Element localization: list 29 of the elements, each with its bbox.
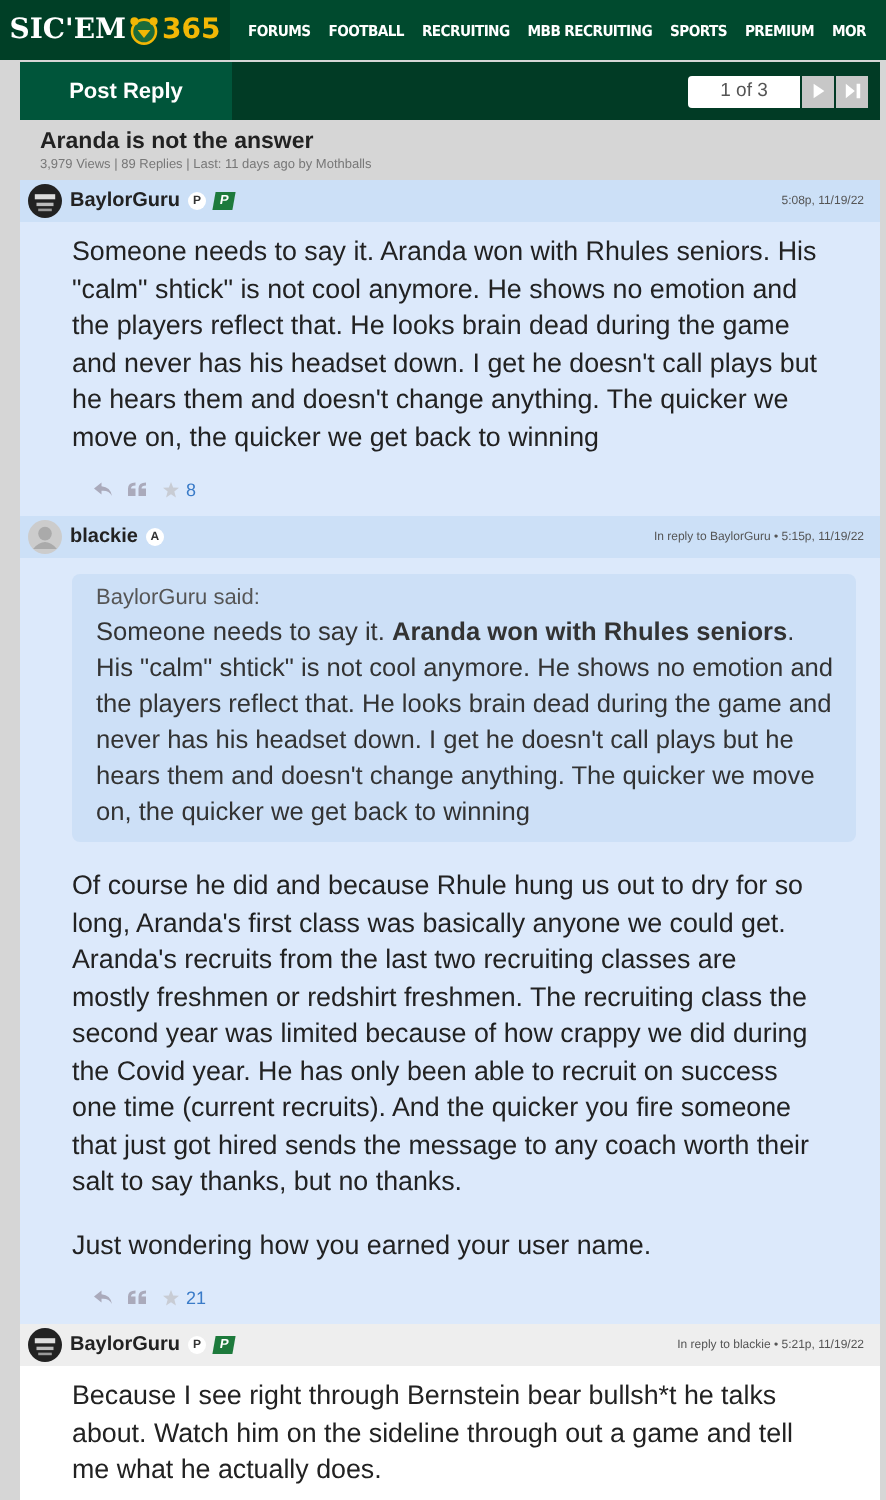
star-icon[interactable]: [162, 1290, 180, 1306]
post-author[interactable]: BaylorGuru: [70, 190, 181, 212]
play-icon: [809, 82, 827, 100]
next-page-button[interactable]: [802, 75, 834, 107]
site-logo[interactable]: SIC'EM 365: [0, 0, 230, 60]
quote-text: Someone needs to say it. Aranda won with Rhules seniors. His "calm" shtick" is not cool anymore. He shows no emotion and the players reflect that. He looks brain dead during the game and never has his headset down. I get he doesn't call plays but he hears them and doesn't change anything. The quicker we move on, the quicker we get back to winning: [96, 614, 836, 830]
post-text: Someone needs to say it. Aranda won with Rhules seniors. His "calm" shtick" is not cool anymore. He shows no emotion and the players reflect that. He looks brain dead during the game and never has his headset down. I get he doesn't call plays but he hears them and doesn't change anything. The quicker we move on, the quicker we get back to winning: [72, 234, 820, 456]
thread-title: Aranda is not the answer: [40, 130, 316, 154]
page-indicator[interactable]: 1 of 3: [688, 75, 800, 107]
post-reply-button[interactable]: Post Reply: [20, 62, 232, 120]
reply-arrow-icon[interactable]: [94, 1290, 112, 1306]
star-icon[interactable]: [162, 482, 180, 498]
post-text: Of course he did and because Rhule hung us out to dry for so long, Aranda's first class was basically anyone we could get. Aranda's recruits from the last two recruiting classes are mostly freshmen or redshirt freshmen. The recruiting class the second year was limited because of how crappy we did during the Covid year. He has only been able to recruit on success one time (current recruits). And the quicker you fire someone that just got hired sends the message to any coach worth their salt to say thanks, but no thanks.: [72, 868, 811, 1200]
bear-head-icon: [128, 14, 161, 46]
star-count[interactable]: 8: [186, 480, 197, 500]
quote-author: BaylorGuru said:: [96, 586, 262, 610]
quote-icon[interactable]: [128, 482, 146, 498]
reply-arrow-icon[interactable]: [94, 482, 112, 498]
last-page-button[interactable]: [836, 75, 868, 107]
skip-end-icon: [843, 82, 861, 100]
post-author[interactable]: blackie: [70, 526, 138, 548]
post-author[interactable]: BaylorGuru: [70, 1334, 181, 1356]
quote-icon[interactable]: [128, 1290, 146, 1306]
post-text: Because I see right through Bernstein bear bullsh*t he talks about. Watch him on the sideline through out a game and tell me what he actually does.: [72, 1378, 796, 1488]
avatar-logo-icon: [28, 184, 62, 218]
star-count[interactable]: 21: [186, 1288, 207, 1308]
avatar-silhouette-icon: [28, 520, 62, 554]
post-text: Just wondering how you earned your user name.: [72, 1227, 654, 1264]
avatar-logo-icon: [28, 1328, 62, 1362]
